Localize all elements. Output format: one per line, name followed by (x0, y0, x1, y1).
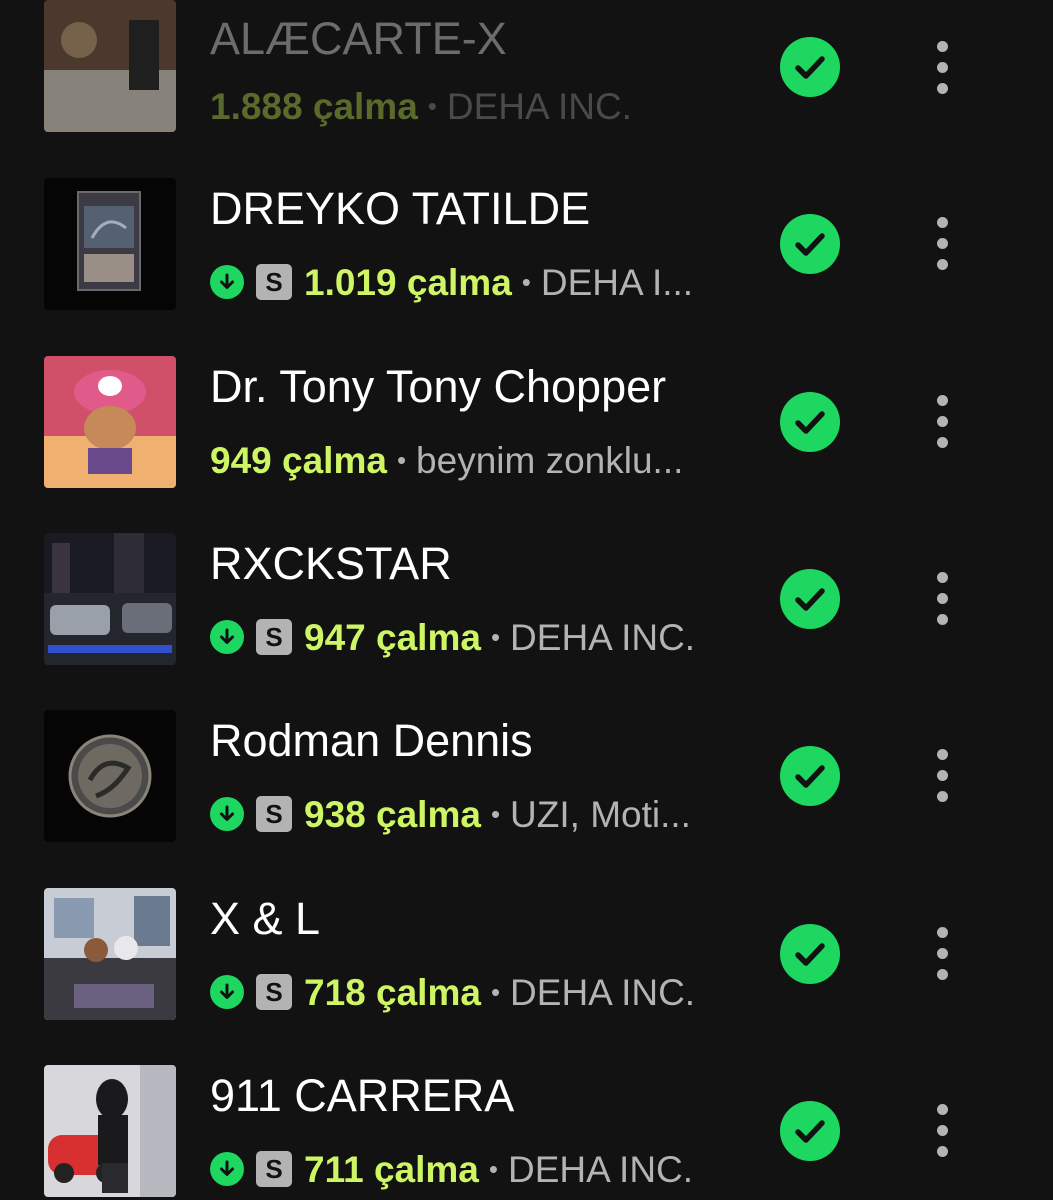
track-meta: S 711 çalma • DEHA INC. (210, 1149, 693, 1189)
track-row[interactable]: Dr. Tony Tony Chopper 949 çalma • beynim… (0, 356, 1053, 533)
download-arrow-icon (210, 620, 244, 654)
track-title: Rodman Dennis (210, 715, 533, 766)
album-art (44, 178, 176, 310)
track-meta: S 947 çalma • DEHA INC. (210, 617, 695, 657)
track-list: ALÆCARTE-X 1.888 çalma • DEHA INC. DREYK… (0, 0, 1053, 1200)
track-title: ALÆCARTE-X (210, 13, 507, 64)
checkmark-circle-icon[interactable] (780, 37, 840, 97)
separator: • (490, 799, 501, 829)
track-meta: S 1.019 çalma • DEHA I... (210, 262, 693, 302)
track-meta: 949 çalma • beynim zonklu... (210, 440, 683, 480)
more-options-icon[interactable] (932, 214, 954, 274)
artist-name: DEHA INC. (510, 616, 696, 658)
separator: • (488, 1154, 498, 1184)
checkmark-circle-icon[interactable] (780, 746, 840, 806)
separator: • (490, 622, 501, 652)
more-options-icon[interactable] (932, 569, 954, 629)
track-row[interactable]: X & L S 718 çalma • DEHA INC. (0, 888, 1053, 1065)
play-count: 938 çalma (304, 793, 481, 835)
artist-name: DEHA INC. (446, 85, 632, 127)
track-meta: 1.888 çalma • DEHA INC. (210, 86, 632, 126)
play-count: 949 çalma (210, 439, 387, 481)
album-art (44, 533, 176, 665)
track-title: X & L (210, 893, 321, 944)
artist-name: DEHA I... (540, 261, 694, 303)
separator: • (521, 267, 531, 297)
explicit-badge: S (256, 1151, 292, 1187)
artist-name: beynim zonklu... (416, 439, 684, 481)
artist-name: UZI, Moti... (510, 793, 691, 835)
track-row[interactable]: ALÆCARTE-X 1.888 çalma • DEHA INC. (0, 0, 1053, 177)
separator: • (396, 445, 407, 475)
album-art (44, 0, 176, 132)
more-options-icon[interactable] (932, 38, 954, 98)
track-title: 911 CARRERA (210, 1070, 515, 1121)
track-row[interactable]: RXCKSTAR S 947 çalma • DEHA INC. (0, 533, 1053, 710)
album-art (44, 888, 176, 1020)
track-row[interactable]: DREYKO TATILDE S 1.019 çalma • DEHA I... (0, 178, 1053, 355)
track-meta: S 718 çalma • DEHA INC. (210, 972, 695, 1012)
album-art (44, 1065, 176, 1197)
explicit-badge: S (256, 796, 292, 832)
more-options-icon[interactable] (932, 392, 954, 452)
track-title: RXCKSTAR (210, 538, 452, 589)
checkmark-circle-icon[interactable] (780, 1101, 840, 1161)
checkmark-circle-icon[interactable] (780, 924, 840, 984)
track-title: DREYKO TATILDE (210, 183, 591, 234)
album-art (44, 356, 176, 488)
play-count: 947 çalma (304, 616, 481, 658)
more-options-icon[interactable] (932, 924, 954, 984)
track-row[interactable]: Rodman Dennis S 938 çalma • UZI, Moti... (0, 710, 1053, 887)
checkmark-circle-icon[interactable] (780, 214, 840, 274)
more-options-icon[interactable] (932, 1101, 954, 1161)
more-options-icon[interactable] (932, 746, 954, 806)
download-arrow-icon (210, 1152, 244, 1186)
explicit-badge: S (256, 974, 292, 1010)
play-count: 1.888 çalma (210, 85, 418, 127)
checkmark-circle-icon[interactable] (780, 569, 840, 629)
download-arrow-icon (210, 975, 244, 1009)
artist-name: DEHA INC. (510, 971, 696, 1013)
explicit-badge: S (256, 264, 292, 300)
play-count: 1.019 çalma (304, 261, 512, 303)
track-title: Dr. Tony Tony Chopper (210, 361, 667, 412)
checkmark-circle-icon[interactable] (780, 392, 840, 452)
download-arrow-icon (210, 265, 244, 299)
track-meta: S 938 çalma • UZI, Moti... (210, 794, 691, 834)
separator: • (427, 91, 437, 121)
separator: • (490, 977, 501, 1007)
play-count: 718 çalma (304, 971, 481, 1013)
play-count: 711 çalma (304, 1148, 479, 1190)
artist-name: DEHA INC. (508, 1148, 694, 1190)
explicit-badge: S (256, 619, 292, 655)
track-row[interactable]: 911 CARRERA S 711 çalma • DEHA INC. (0, 1065, 1053, 1200)
download-arrow-icon (210, 797, 244, 831)
album-art (44, 710, 176, 842)
